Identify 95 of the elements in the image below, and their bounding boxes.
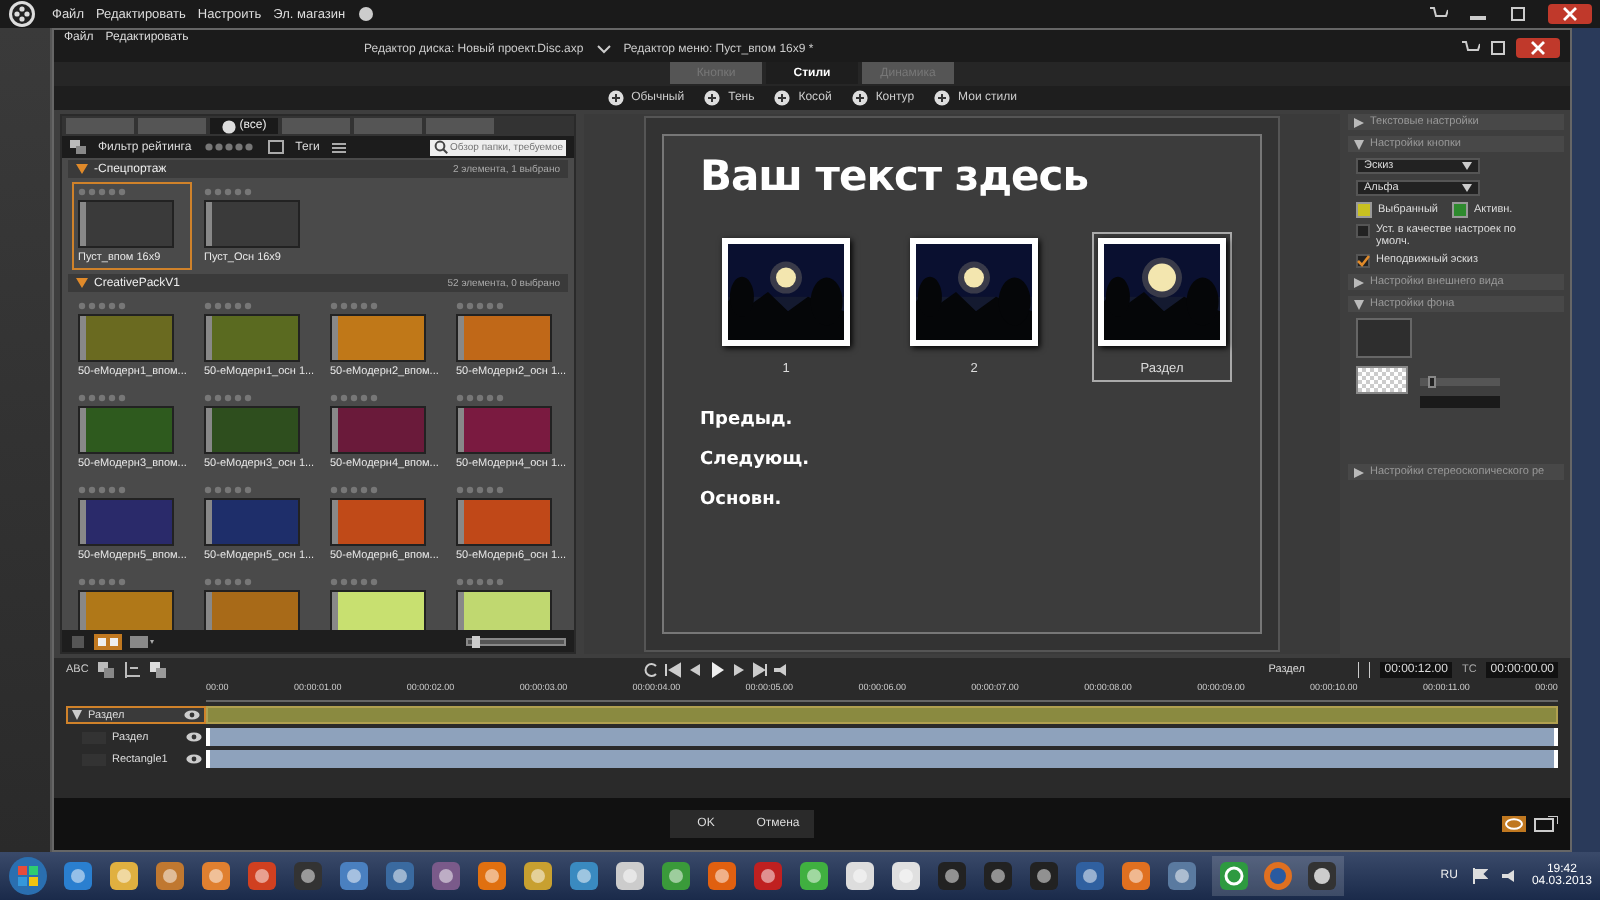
skip-forward-icon[interactable] [752, 662, 771, 678]
app-icon[interactable] [62, 860, 94, 892]
external-icon[interactable] [1534, 816, 1558, 832]
layers-icon[interactable] [98, 662, 115, 678]
zoom-slider-thumb[interactable] [472, 635, 481, 647]
in-out-icon [1358, 662, 1371, 678]
app-icon[interactable] [246, 860, 278, 892]
rating-stars[interactable] [330, 486, 378, 494]
background-preview [1356, 318, 1412, 358]
app-icon[interactable] [660, 860, 692, 892]
app-icon[interactable] [338, 860, 370, 892]
rating-stars[interactable] [78, 302, 126, 310]
caret-icon [1462, 162, 1472, 170]
start-icon[interactable] [8, 856, 48, 896]
app-icon[interactable] [706, 860, 738, 892]
color-swatch[interactable] [1452, 202, 1468, 218]
rating-stars[interactable] [78, 394, 126, 402]
volume-icon[interactable] [1501, 868, 1518, 884]
rating-stars[interactable] [456, 578, 504, 586]
rating-stars[interactable] [78, 578, 126, 586]
browser-icon[interactable] [1262, 860, 1294, 892]
slider-thumb[interactable] [1428, 376, 1436, 388]
app-icon[interactable] [568, 860, 600, 892]
close-icon[interactable] [1548, 4, 1592, 24]
app-icon[interactable] [292, 860, 324, 892]
list-icon[interactable] [331, 141, 346, 153]
list-view-icon[interactable] [130, 633, 154, 649]
checkbox[interactable] [1356, 224, 1370, 238]
rating-stars[interactable] [456, 394, 504, 402]
rating-stars[interactable] [204, 302, 252, 310]
app-icon[interactable] [200, 860, 232, 892]
app-icon[interactable] [752, 860, 784, 892]
app-icon[interactable] [1120, 860, 1152, 892]
checkbox[interactable] [1356, 254, 1370, 268]
help-icon[interactable] [357, 6, 374, 22]
app-icon[interactable] [1166, 860, 1198, 892]
eye-icon[interactable] [186, 754, 202, 764]
folders-icon[interactable] [70, 140, 86, 154]
app-icon[interactable] [1074, 860, 1106, 892]
rating-stars[interactable] [78, 188, 126, 196]
app-icon[interactable] [154, 860, 186, 892]
menu-link[interactable]: Предыд. [700, 410, 793, 430]
rating-stars[interactable] [204, 578, 252, 586]
canvas-title: Ваш текст здесь [700, 152, 1091, 200]
app-icon[interactable] [1218, 860, 1250, 892]
plus-icon [704, 90, 721, 106]
pattern-button[interactable] [1356, 366, 1408, 394]
rating-stars[interactable] [204, 486, 252, 494]
app-icon[interactable] [798, 860, 830, 892]
preview-icon[interactable] [1502, 816, 1526, 832]
search-icon [434, 140, 448, 154]
value-field[interactable] [1420, 396, 1500, 408]
chevron-icon [595, 44, 612, 56]
flag-icon[interactable] [1471, 868, 1488, 884]
app-icon[interactable] [108, 860, 140, 892]
app-icon[interactable] [430, 860, 462, 892]
rating-filter-icon[interactable] [203, 142, 256, 152]
app-icon[interactable] [476, 860, 508, 892]
plus-icon [934, 90, 951, 106]
app-icon[interactable] [522, 860, 554, 892]
skip-back-icon[interactable] [664, 662, 683, 678]
app-icon[interactable] [384, 860, 416, 892]
color-swatch[interactable] [1356, 202, 1372, 218]
copy-icon[interactable] [150, 662, 167, 678]
app-icon[interactable] [614, 860, 646, 892]
step-back-icon[interactable] [686, 662, 705, 678]
rating-stars[interactable] [456, 486, 504, 494]
caret-icon [1462, 184, 1472, 192]
app-icon[interactable] [1028, 860, 1060, 892]
rating-stars[interactable] [204, 188, 252, 196]
film-reel-icon[interactable] [1306, 860, 1338, 892]
grid-view-icon[interactable] [94, 633, 122, 649]
rating-stars[interactable] [330, 302, 378, 310]
app-icon[interactable] [982, 860, 1014, 892]
plus-icon [774, 90, 791, 106]
play-icon[interactable] [708, 662, 727, 678]
rating-stars[interactable] [204, 394, 252, 402]
plus-icon [851, 90, 868, 106]
app-icon[interactable] [890, 860, 922, 892]
rating-stars[interactable] [330, 578, 378, 586]
rating-stars[interactable] [456, 302, 504, 310]
rating-stars[interactable] [78, 486, 126, 494]
menu-link[interactable]: Следующ. [700, 450, 810, 470]
eye-icon[interactable] [184, 710, 200, 720]
app-icon[interactable] [844, 860, 876, 892]
plus-icon [607, 90, 624, 106]
eye-icon[interactable] [186, 732, 202, 742]
loop-icon[interactable] [642, 662, 661, 678]
align-icon[interactable] [124, 662, 141, 678]
menu-link[interactable]: Основн. [700, 490, 782, 510]
app-icon[interactable] [936, 860, 968, 892]
disc-icon [221, 119, 236, 133]
close-icon[interactable] [1516, 38, 1560, 58]
step-forward-icon[interactable] [730, 662, 749, 678]
rating-stars[interactable] [330, 394, 378, 402]
